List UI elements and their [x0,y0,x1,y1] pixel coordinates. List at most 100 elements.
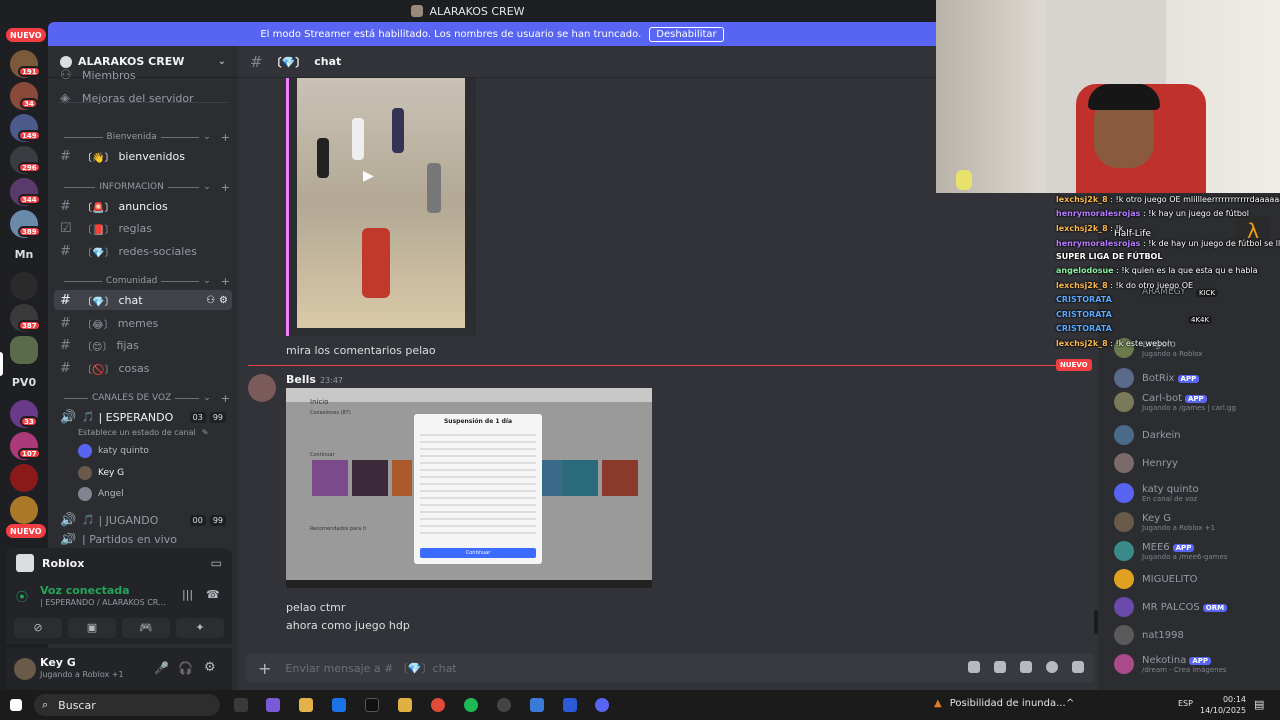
message-composer[interactable]: + Enviar mensaje a # 〔💎〕chat [246,653,1094,683]
gear-icon[interactable]: ⚙ [219,295,228,306]
microphone-icon[interactable]: 🎤 [154,661,169,675]
screen-share-button[interactable]: ▣ [68,618,116,638]
voice-channel-partidos[interactable]: 🔊 | Partidos en vivo [54,533,232,545]
category-voz[interactable]: CANALES DE VOZ ⌄ + [60,391,230,405]
file-explorer-icon[interactable] [398,698,412,712]
member-list-item[interactable]: Key G Jugando a Roblox +1 [1114,509,1215,535]
chevron-down-icon[interactable]: ⌄ [218,56,226,67]
server-icon-active[interactable] [10,336,38,364]
pencil-icon: ✎ [201,427,209,437]
obs-icon[interactable] [497,698,511,712]
app-icon[interactable] [563,698,577,712]
member-list-item[interactable]: MIGUELITO [1114,566,1197,592]
clock[interactable]: 00:14 14/10/2025 [1200,694,1246,716]
apps-icon[interactable] [1072,661,1084,673]
channel-reglas[interactable]: ☑ 〔📕〕 reglas [54,218,232,238]
member-name: MEE6 [1142,541,1170,553]
task-view-icon[interactable] [234,698,248,712]
noise-suppression-icon[interactable]: ||| [182,588,193,601]
server-icon-12[interactable] [10,496,38,524]
member-list-item[interactable]: nat1998 [1114,622,1184,648]
server-icon-11[interactable] [10,464,38,492]
category-comunidad[interactable]: Comunidad ⌄ + [60,274,230,288]
activities-button[interactable]: 🎮 [122,618,170,638]
voice-channel-path[interactable]: | ESPERANDO / ALARAKOS CR... [40,598,166,607]
voice-member[interactable]: Key G [78,464,124,482]
play-icon[interactable]: ▶ [363,168,374,184]
add-attachment-icon[interactable]: + [258,659,271,678]
headphones-icon[interactable]: 🎧 [178,661,193,675]
camera-off-button[interactable]: ⊘ [14,618,62,638]
member-list-item[interactable]: Henryy [1114,450,1178,476]
server-text-icon[interactable]: Mn [10,248,38,261]
add-channel-icon[interactable]: + [221,181,230,194]
windows-start-icon[interactable] [10,699,22,711]
user-name[interactable]: Key G [40,656,76,669]
person-figure [427,163,441,213]
voice-member[interactable]: katy quinto [78,442,149,460]
category-informacion[interactable]: INFORMACION ⌄ + [60,180,230,194]
activity-row[interactable]: Roblox [16,554,84,572]
member-list-item[interactable]: Nekotina APP/dream - Crea imágenes [1114,651,1227,677]
category-line [64,186,96,188]
voice-status[interactable]: Voz conectada [40,584,130,597]
voice-channel-jugando[interactable]: 🔊 🎵 | JUGANDO 00 99 [54,510,232,530]
channel-redes-sociales[interactable]: # 〔💎〕 redes-sociales [54,241,232,261]
chrome-icon[interactable] [431,698,445,712]
discord-icon[interactable] [595,698,609,712]
member-info: nat1998 [1142,630,1184,641]
soundboard-button[interactable]: ✦ [176,618,224,638]
stream-chat-user: angelodosue [1056,266,1114,275]
video-thumbnail[interactable]: ▶ [297,78,465,328]
channel-memes[interactable]: # 〔😂〕 memes [54,313,232,333]
screen-share-icon[interactable]: ▭ [211,556,222,570]
outlook-icon[interactable] [332,698,346,712]
member-list-item[interactable]: MR PALCOS ORM [1114,594,1228,620]
channel-fijas[interactable]: # 〔😊〕 fijas [54,335,232,355]
channel-chat[interactable]: # 〔💎〕 chat ⚇ ⚙ [54,290,232,310]
add-channel-icon[interactable]: + [221,392,230,405]
add-channel-icon[interactable]: + [221,131,230,144]
sticker-icon[interactable] [1020,661,1032,673]
server-icon-7[interactable] [10,272,38,300]
gear-icon[interactable]: ⚙ [204,660,216,675]
language-indicator[interactable]: ESP [1178,699,1193,708]
sidebar-item-members[interactable]: ⚇ Miembros [54,68,232,82]
chevron-up-icon[interactable]: ^ [1066,698,1074,709]
store-icon[interactable] [299,698,313,712]
copilot-icon[interactable] [266,698,280,712]
channel-bienvenidos[interactable]: # 〔👋〕 bienvenidos [54,146,232,166]
member-list-item[interactable]: BotRix APP [1114,365,1200,391]
member-list-item[interactable]: MEE6 APP Jugando a /mee6-games [1114,538,1227,564]
category-bienvenida[interactable]: Bienvenida ⌄ + [60,130,230,144]
spotify-icon[interactable] [464,698,478,712]
member-list-item[interactable]: katy quinto En canal de voz [1114,480,1199,506]
screenshot-taskbar [286,580,652,588]
disconnect-icon[interactable]: ☎ [206,588,220,601]
image-attachment[interactable]: Inicio Conexiones (87) Continuar Recomen… [286,388,652,588]
gift-icon[interactable] [968,661,980,673]
avatar[interactable] [14,658,36,680]
emoji-icon[interactable] [1046,661,1058,673]
message-author[interactable]: Bells 23:47 [286,373,343,386]
hash-icon: # [60,292,71,308]
add-channel-icon[interactable]: + [221,275,230,288]
gif-icon[interactable] [994,661,1006,673]
tiktok-icon[interactable] [365,698,379,712]
channel-cosas[interactable]: # 〔🚫〕 cosas [54,358,232,378]
avatar[interactable] [248,374,276,402]
member-list-item[interactable]: Carl-bot APP Jugando a /games | carl.gg [1114,389,1236,415]
notification-icon[interactable]: ▤ [1254,698,1264,711]
sidebar-item-boost[interactable]: ◈ Mejoras del servidor [54,88,232,108]
channel-anuncios[interactable]: # 〔🚨〕 anuncios [54,196,232,216]
member-list-item[interactable]: Darkein [1114,422,1181,448]
server-text-icon[interactable]: PV0 [10,376,38,389]
weather-widget[interactable]: ▲ Posibilidad de inunda... [934,698,1066,709]
hash-icon: # [60,315,71,331]
voice-member[interactable]: Angel [78,485,124,503]
app-icon[interactable] [530,698,544,712]
taskbar-search[interactable]: ⌕ Buscar [34,694,220,716]
channel-status-hint[interactable]: Establece un estado de canal ✎ [78,423,208,441]
invite-icon[interactable]: ⚇ [206,295,215,306]
disable-streamer-button[interactable]: Deshabilitar [649,26,724,42]
